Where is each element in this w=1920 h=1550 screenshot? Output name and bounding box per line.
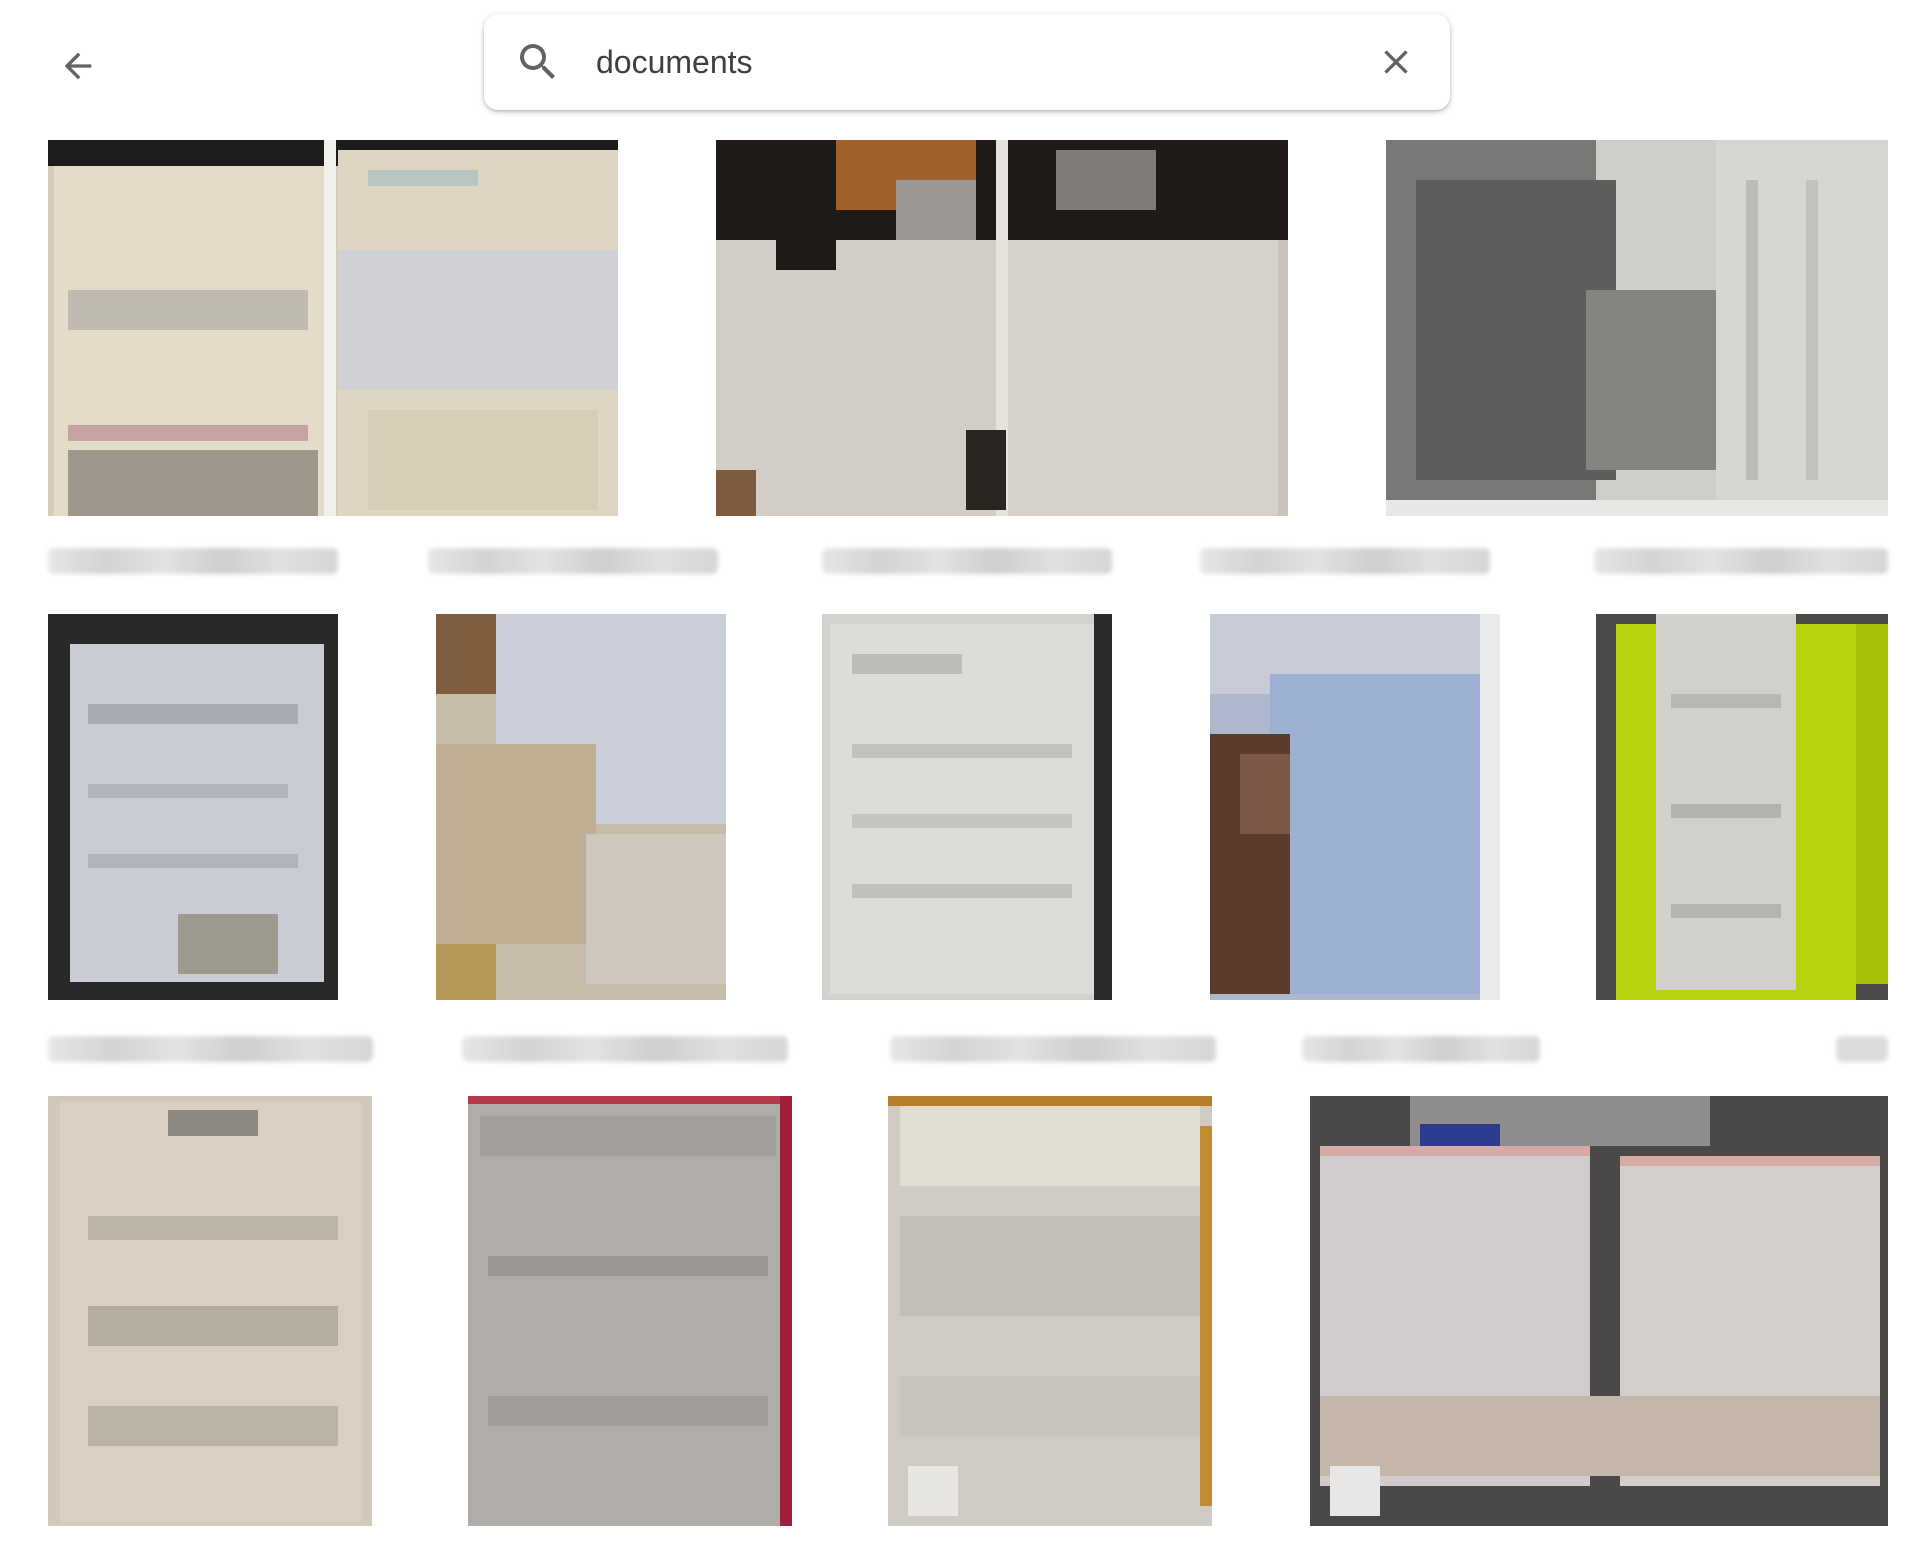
search-input[interactable] [596, 34, 1336, 90]
date-label [1302, 1036, 1540, 1062]
photo-thumbnail[interactable] [888, 1096, 1212, 1526]
search-icon [514, 38, 562, 86]
photo-thumbnail[interactable] [1210, 614, 1500, 1000]
photo-thumbnail[interactable] [436, 614, 726, 1000]
photo-thumbnail[interactable] [48, 140, 618, 516]
date-label [48, 548, 338, 574]
photo-thumbnail[interactable] [48, 614, 338, 1000]
date-label [462, 1036, 788, 1062]
photo-thumbnail[interactable] [716, 140, 1288, 516]
date-label [1836, 1036, 1888, 1062]
arrow-back-icon [64, 52, 92, 80]
date-label [48, 1036, 373, 1062]
photo-thumbnail[interactable] [468, 1096, 792, 1526]
close-icon [1384, 50, 1408, 74]
back-button[interactable] [48, 36, 108, 96]
search-bar [484, 14, 1450, 110]
photo-thumbnail[interactable] [48, 1096, 372, 1526]
date-label [1594, 548, 1888, 574]
date-label [1200, 548, 1490, 574]
photo-thumbnail[interactable] [1310, 1096, 1888, 1526]
photo-thumbnail[interactable] [1386, 140, 1888, 516]
photo-thumbnail[interactable] [1596, 614, 1888, 1000]
date-label [890, 1036, 1216, 1062]
date-label [822, 548, 1112, 574]
clear-search-button[interactable] [1368, 34, 1424, 90]
photo-thumbnail[interactable] [822, 614, 1112, 1000]
date-label [428, 548, 718, 574]
